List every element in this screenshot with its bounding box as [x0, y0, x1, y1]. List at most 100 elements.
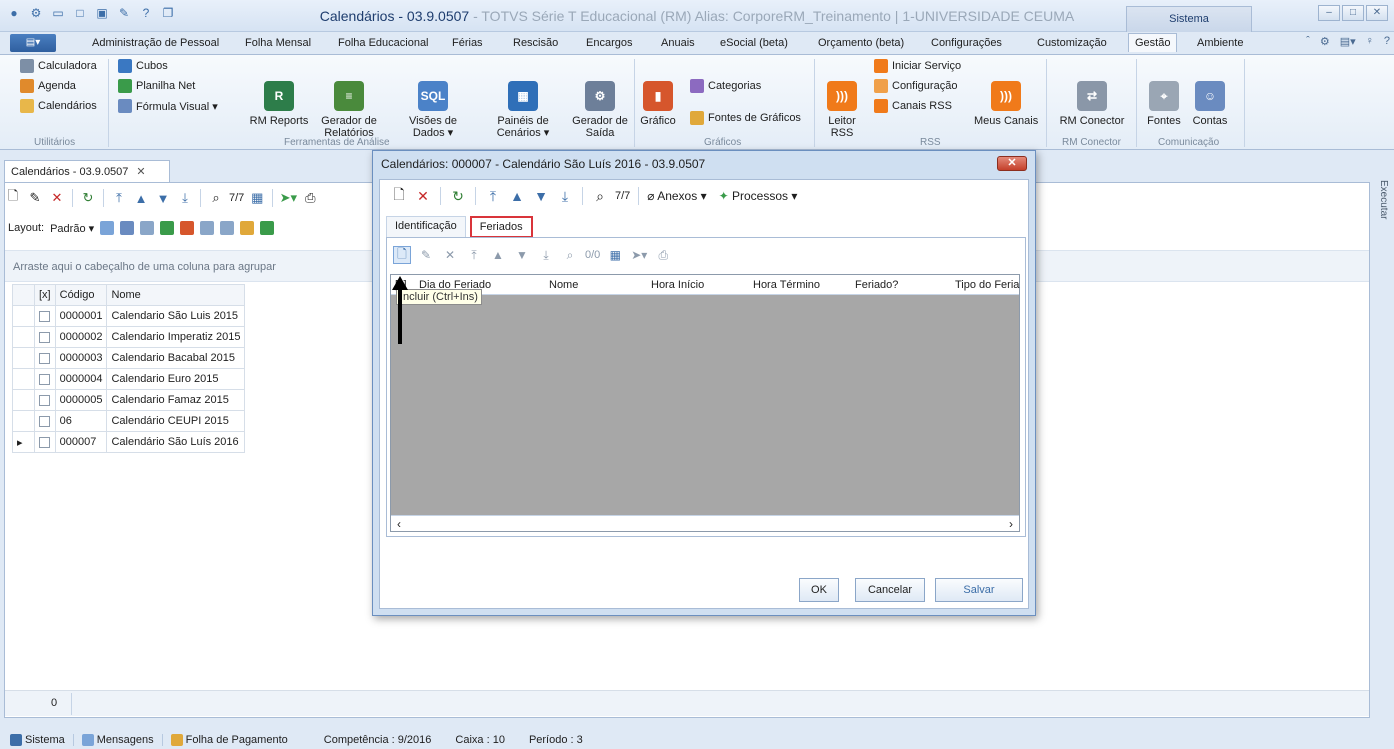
- paineis-cenarios-button[interactable]: ▦ Painéis de Cenários ▾: [488, 81, 558, 139]
- refresh-icon[interactable]: ↻: [79, 189, 97, 207]
- layout-icon-1[interactable]: [100, 221, 115, 235]
- new-icon[interactable]: 🗋: [390, 186, 408, 205]
- print-icon[interactable]: ⎙: [301, 189, 319, 207]
- tab-anuais[interactable]: Anuais: [661, 37, 695, 49]
- delete-icon[interactable]: ✕: [414, 187, 432, 205]
- rm-reports-button[interactable]: R RM Reports: [248, 81, 310, 127]
- close-window-button[interactable]: ✕: [1366, 5, 1388, 21]
- tab-rescisao[interactable]: Rescisão: [513, 37, 558, 49]
- gerador-saida-button[interactable]: ⚙ Gerador de Saída: [572, 81, 628, 139]
- column-header-tipo-feriado[interactable]: Tipo do Feria: [955, 279, 1019, 291]
- table-row-current[interactable]: ▸ 000007 Calendário São Luís 2016: [12, 431, 246, 453]
- canais-rss-button[interactable]: Canais RSS: [874, 99, 952, 113]
- row-checkbox[interactable]: [39, 352, 50, 364]
- delete-icon[interactable]: ✕: [441, 246, 459, 264]
- search-icon[interactable]: ⌕: [591, 187, 609, 205]
- table-row[interactable]: 06 Calendário CEUPI 2015: [12, 410, 246, 432]
- refresh-icon[interactable]: ↻: [449, 187, 467, 205]
- table-row[interactable]: 0000002 Calendario Imperatiz 2015: [12, 326, 246, 348]
- tab-identificacao[interactable]: Identificação: [386, 216, 466, 238]
- iniciar-servico-button[interactable]: Iniciar Serviço: [874, 59, 961, 73]
- document-tab[interactable]: Calendários - 03.9.0507 ✕: [4, 160, 170, 182]
- maximize-button[interactable]: □: [1342, 5, 1364, 21]
- dialog-close-button[interactable]: ✕: [997, 156, 1027, 171]
- column-header-hora-termino[interactable]: Hora Término: [753, 279, 820, 291]
- sistema-context-tab[interactable]: Sistema: [1126, 6, 1252, 32]
- tab-customizacao[interactable]: Customização: [1037, 37, 1107, 49]
- previous-record-icon[interactable]: ▲: [132, 189, 150, 207]
- edit-icon[interactable]: ✎: [417, 246, 435, 264]
- configuracao-rss-button[interactable]: Configuração: [874, 79, 957, 93]
- row-checkbox[interactable]: [39, 331, 50, 343]
- right-side-panel[interactable]: Executar: [1376, 160, 1394, 720]
- planilha-net-button[interactable]: Planilha Net: [118, 79, 195, 93]
- contas-button[interactable]: ☺ Contas: [1190, 81, 1230, 127]
- meus-canais-button[interactable]: ))) Meus Canais: [974, 81, 1038, 127]
- table-row[interactable]: 0000001 Calendario São Luis 2015: [12, 305, 246, 327]
- agenda-button[interactable]: Agenda: [20, 79, 76, 93]
- tab-ambiente[interactable]: Ambiente: [1197, 37, 1243, 49]
- next-record-icon[interactable]: ▼: [154, 189, 172, 207]
- first-record-icon[interactable]: ⤒: [110, 189, 128, 207]
- fontes-graficos-button[interactable]: Fontes de Gráficos: [690, 111, 801, 125]
- cancel-button[interactable]: Cancelar: [855, 578, 925, 602]
- include-icon[interactable]: 🗋: [393, 246, 411, 264]
- categorias-button[interactable]: Categorias: [690, 79, 761, 93]
- tab-orcamento[interactable]: Orçamento (beta): [818, 37, 904, 49]
- tip-icon[interactable]: ♀: [1366, 35, 1374, 48]
- tab-ferias[interactable]: Férias: [452, 37, 483, 49]
- save-button[interactable]: Salvar: [935, 578, 1023, 602]
- close-tab-icon[interactable]: ✕: [136, 166, 145, 178]
- layout-dropdown[interactable]: Padrão ▾: [50, 222, 94, 235]
- print-icon[interactable]: ⎙: [654, 246, 672, 264]
- grid-icon[interactable]: ▦: [248, 189, 266, 207]
- previous-record-icon[interactable]: ▲: [489, 246, 507, 264]
- layout-icon-4[interactable]: [160, 221, 175, 235]
- first-record-icon[interactable]: ⤒: [484, 187, 502, 205]
- tab-configuracoes[interactable]: Configurações: [931, 37, 1002, 49]
- layout-icon-6[interactable]: [200, 221, 215, 235]
- tab-administracao-pessoal[interactable]: Administração de Pessoal: [92, 37, 219, 49]
- status-sistema[interactable]: Sistema: [10, 734, 65, 747]
- last-record-icon[interactable]: ⤓: [537, 246, 555, 264]
- search-icon[interactable]: ⌕: [207, 189, 225, 207]
- layout-icon-2[interactable]: [120, 221, 135, 235]
- new-icon[interactable]: 🗋: [4, 188, 22, 207]
- next-record-icon[interactable]: ▼: [532, 187, 550, 205]
- grid-icon[interactable]: ▦: [606, 246, 624, 264]
- status-folha[interactable]: Folha de Pagamento: [170, 734, 288, 747]
- options-icon[interactable]: ⚙: [1320, 35, 1330, 48]
- table-row[interactable]: 0000003 Calendario Bacabal 2015: [12, 347, 246, 369]
- edit-icon[interactable]: ✎: [26, 189, 44, 207]
- layout-icon-3[interactable]: [140, 221, 155, 235]
- help-icon[interactable]: ?: [1384, 35, 1390, 48]
- layout-icon-7[interactable]: [220, 221, 235, 235]
- row-checkbox[interactable]: [39, 310, 50, 322]
- chart-icon[interactable]: [260, 221, 275, 235]
- next-record-icon[interactable]: ▼: [513, 246, 531, 264]
- row-checkbox[interactable]: [39, 394, 50, 406]
- horizontal-scrollbar[interactable]: ‹ ›: [391, 515, 1019, 531]
- cubos-button[interactable]: Cubos: [118, 59, 168, 73]
- collapse-ribbon-icon[interactable]: ˆ: [1306, 35, 1310, 48]
- tab-encargos[interactable]: Encargos: [586, 37, 632, 49]
- grafico-button[interactable]: ▮ Gráfico: [638, 81, 678, 127]
- process-icon[interactable]: ➤▾: [279, 189, 297, 207]
- scroll-left-icon[interactable]: ‹: [397, 517, 401, 531]
- tab-gestao[interactable]: Gestão: [1128, 33, 1178, 52]
- row-checkbox[interactable]: [39, 415, 50, 427]
- tab-esocial[interactable]: eSocial (beta): [720, 37, 788, 49]
- last-record-icon[interactable]: ⤓: [556, 187, 574, 205]
- column-header-hora-inicio[interactable]: Hora Início: [651, 279, 704, 291]
- calendarios-button[interactable]: Calendários: [20, 99, 97, 113]
- table-row[interactable]: 0000004 Calendario Euro 2015: [12, 368, 246, 390]
- tab-feriados[interactable]: Feriados: [469, 216, 533, 238]
- formula-visual-button[interactable]: Fórmula Visual ▾: [118, 99, 218, 113]
- anexos-menu[interactable]: ⌀ Anexos ▾: [647, 189, 706, 203]
- minimize-button[interactable]: –: [1318, 5, 1340, 21]
- row-checkbox[interactable]: [39, 373, 50, 385]
- tab-folha-educacional[interactable]: Folha Educacional: [338, 37, 429, 49]
- column-header-feriado[interactable]: Feriado?: [855, 279, 898, 291]
- scroll-right-icon[interactable]: ›: [1009, 517, 1013, 531]
- layout-icon-8[interactable]: [240, 221, 255, 235]
